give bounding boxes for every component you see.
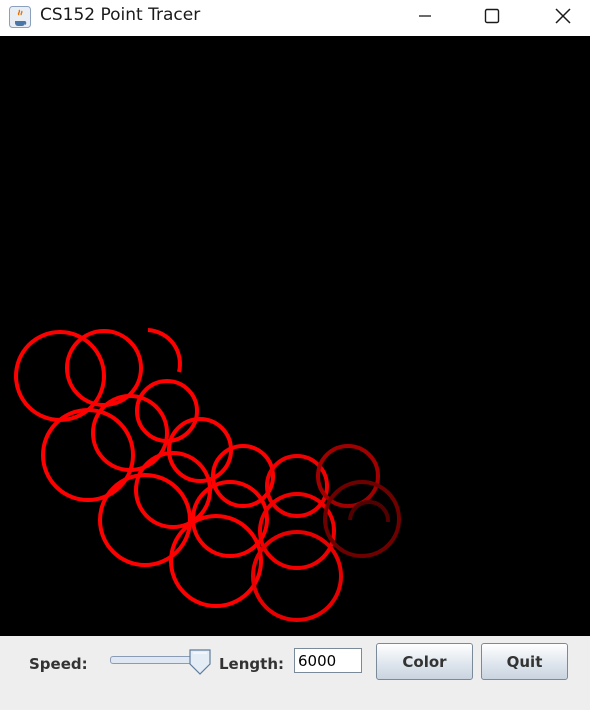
trace-circle	[167, 417, 233, 483]
maximize-button[interactable]	[469, 0, 515, 32]
color-button[interactable]: Color	[376, 643, 473, 680]
trace-arc	[348, 499, 391, 523]
speed-label: Speed:	[29, 655, 88, 673]
trace-circle	[211, 444, 275, 508]
speed-slider[interactable]	[110, 656, 200, 664]
trace-circle	[41, 408, 135, 502]
title-bar: CS152 Point Tracer	[0, 0, 590, 36]
window-title: CS152 Point Tracer	[40, 5, 201, 25]
java-icon	[9, 6, 31, 28]
trace-circle	[251, 530, 343, 622]
length-label: Length:	[219, 655, 284, 673]
trace-circle	[14, 330, 106, 422]
trace-arc	[147, 328, 182, 373]
quit-button[interactable]: Quit	[481, 643, 568, 680]
minimize-icon	[419, 15, 431, 17]
trace-circle	[98, 473, 192, 567]
speed-slider-thumb[interactable]	[189, 649, 211, 675]
close-button[interactable]	[540, 0, 586, 32]
close-icon	[555, 8, 571, 24]
trace-canvas	[0, 36, 590, 636]
trace-drawing	[14, 328, 401, 622]
trace-circle	[169, 514, 263, 608]
length-input[interactable]	[294, 648, 362, 673]
maximize-icon	[484, 8, 500, 24]
minimize-button[interactable]	[402, 0, 448, 32]
